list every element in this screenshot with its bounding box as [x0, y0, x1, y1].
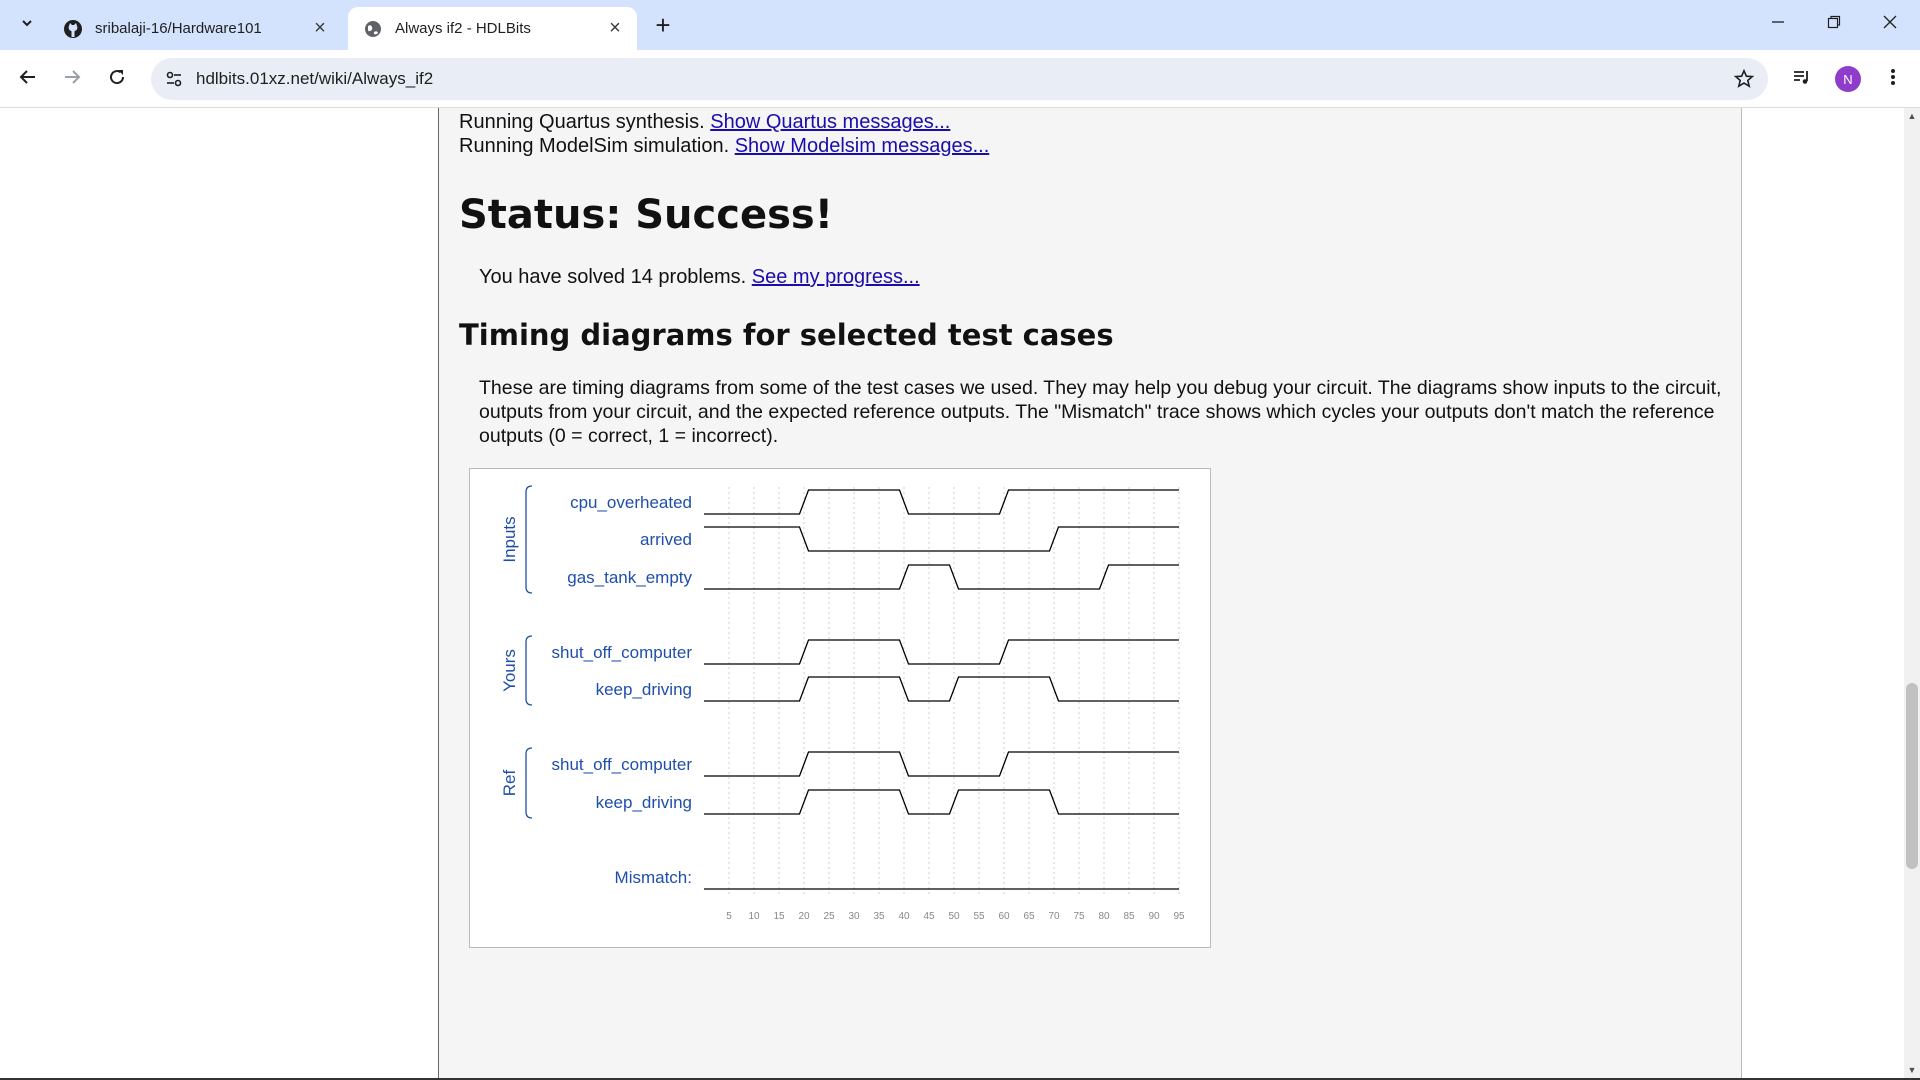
time-tick-label: 60: [998, 911, 1010, 922]
browser-toolbar: hdlbits.01xz.net/wiki/Always_if2 N: [0, 50, 1920, 108]
signal-label-keep-driving: keep_driving: [596, 680, 692, 699]
profile-button[interactable]: N: [1832, 63, 1864, 95]
back-button[interactable]: [13, 64, 43, 94]
media-controls-button[interactable]: [1786, 63, 1818, 95]
tab-title: sribalaji-16/Hardware101: [95, 20, 262, 37]
signal-waveform: [704, 526, 1179, 552]
site-info-icon[interactable]: [161, 66, 187, 92]
time-tick-label: 40: [898, 911, 910, 922]
signal-waveform: [704, 751, 1179, 777]
scroll-down-arrow-icon[interactable]: ▼: [1904, 1062, 1920, 1078]
chevron-down-icon: [20, 16, 34, 35]
scrollbar-thumb[interactable]: [1906, 683, 1918, 869]
restore-button[interactable]: [1806, 0, 1862, 48]
time-tick-label: 55: [973, 911, 985, 922]
tab-title: Always if2 - HDLBits: [395, 20, 531, 37]
time-tick-label: 90: [1148, 911, 1160, 922]
close-icon: [1883, 15, 1897, 34]
solved-line: You have solved 14 problems. See my prog…: [479, 266, 920, 289]
time-tick-label: 45: [923, 911, 935, 922]
address-bar[interactable]: hdlbits.01xz.net/wiki/Always_if2: [151, 58, 1768, 100]
more-vertical-icon: [1890, 67, 1896, 92]
tab-strip: sribalaji-16/Hardware101 × Always if2 - …: [0, 0, 1920, 50]
time-tick-label: 25: [823, 911, 835, 922]
time-tick-label: 65: [1023, 911, 1035, 922]
close-icon[interactable]: ×: [310, 17, 330, 39]
signal-waveform: [704, 489, 1179, 515]
forward-button[interactable]: [57, 64, 87, 94]
time-tick-label: 15: [773, 911, 785, 922]
restore-icon: [1827, 15, 1841, 34]
group-bracket: [525, 485, 533, 594]
signal-label-keep-driving: keep_driving: [596, 793, 692, 812]
group-label-ref: Ref: [500, 770, 519, 797]
scroll-up-arrow-icon[interactable]: ▲: [1904, 108, 1920, 124]
mismatch-label: Mismatch:: [615, 868, 692, 887]
signal-label-shut-off-computer: shut_off_computer: [552, 755, 693, 774]
timing-diagram-svg: 5 10 15 20 25 30 35 40 45 50 55 60 65 70 75 80 85 90 95 Inp…: [500, 485, 1185, 922]
page-viewport: Running Quartus synthesis. Show Quartus …: [0, 108, 1904, 1078]
tab-search-button[interactable]: [14, 12, 40, 38]
status-heading: Status: Success!: [459, 192, 833, 238]
tab-github[interactable]: sribalaji-16/Hardware101 ×: [48, 7, 342, 50]
timing-heading: Timing diagrams for selected test cases: [459, 318, 1114, 352]
tab-hdlbits[interactable]: Always if2 - HDLBits ×: [348, 7, 637, 50]
timing-diagram: 5 10 15 20 25 30 35 40 45 50 55 60 65 70 75 80 85 90 95 Inp…: [469, 468, 1211, 948]
modelsim-line: Running ModelSim simulation. Show Models…: [459, 135, 989, 158]
time-tick-label: 20: [798, 911, 810, 922]
arrow-left-icon: [18, 67, 38, 92]
media-queue-icon: [1792, 67, 1812, 92]
new-tab-button[interactable]: +: [650, 9, 676, 40]
plus-icon: +: [655, 9, 671, 40]
signal-label-shut-off-computer: shut_off_computer: [552, 643, 693, 662]
time-tick-label: 35: [873, 911, 885, 922]
see-progress-link[interactable]: See my progress...: [752, 266, 920, 288]
avatar: N: [1835, 66, 1861, 92]
group-label-yours: Yours: [500, 649, 519, 692]
close-window-button[interactable]: [1862, 0, 1918, 48]
time-tick-label: 10: [748, 911, 760, 922]
minimize-button[interactable]: [1750, 0, 1806, 48]
quartus-text: Running Quartus synthesis.: [459, 111, 705, 133]
time-tick-label: 85: [1123, 911, 1135, 922]
modelsim-text: Running ModelSim simulation.: [459, 135, 730, 157]
timing-description: These are timing diagrams from some of t…: [479, 377, 1722, 447]
content-column: Running Quartus synthesis. Show Quartus …: [438, 108, 1742, 1078]
solved-text: You have solved 14 problems.: [479, 266, 747, 288]
signal-label-arrived: arrived: [640, 530, 692, 549]
signal-label-cpu-overheated: cpu_overheated: [570, 493, 692, 512]
bookmark-star-icon[interactable]: [1732, 67, 1756, 91]
reload-icon: [107, 67, 127, 92]
arrow-right-icon: [62, 67, 82, 92]
time-tick-label: 75: [1073, 911, 1085, 922]
time-tick-label: 5: [726, 911, 732, 922]
signal-waveform: [704, 564, 1179, 590]
vertical-scrollbar[interactable]: ▲ ▼: [1904, 108, 1920, 1078]
group-label-inputs: Inputs: [500, 516, 519, 562]
show-modelsim-messages-link[interactable]: Show Modelsim messages...: [735, 135, 990, 157]
chrome-menu-button[interactable]: [1877, 63, 1909, 95]
quartus-line: Running Quartus synthesis. Show Quartus …: [459, 111, 950, 134]
time-tick-label: 30: [848, 911, 860, 922]
signal-waveform: [704, 789, 1179, 815]
time-tick-label: 50: [948, 911, 960, 922]
group-bracket: [525, 747, 533, 819]
time-tick-label: 80: [1098, 911, 1110, 922]
globe-icon: [362, 18, 384, 40]
url-text[interactable]: hdlbits.01xz.net/wiki/Always_if2: [196, 69, 433, 89]
close-icon[interactable]: ×: [605, 17, 625, 39]
show-quartus-messages-link[interactable]: Show Quartus messages...: [710, 111, 950, 133]
signal-waveform: [704, 676, 1179, 702]
minimize-icon: [1771, 15, 1785, 34]
signal-waveform: [704, 639, 1179, 665]
github-icon: [62, 18, 84, 40]
signal-label-gas-tank-empty: gas_tank_empty: [567, 568, 692, 587]
reload-button[interactable]: [102, 64, 132, 94]
time-tick-label: 70: [1048, 911, 1060, 922]
time-tick-label: 95: [1173, 911, 1185, 922]
group-bracket: [525, 635, 533, 706]
